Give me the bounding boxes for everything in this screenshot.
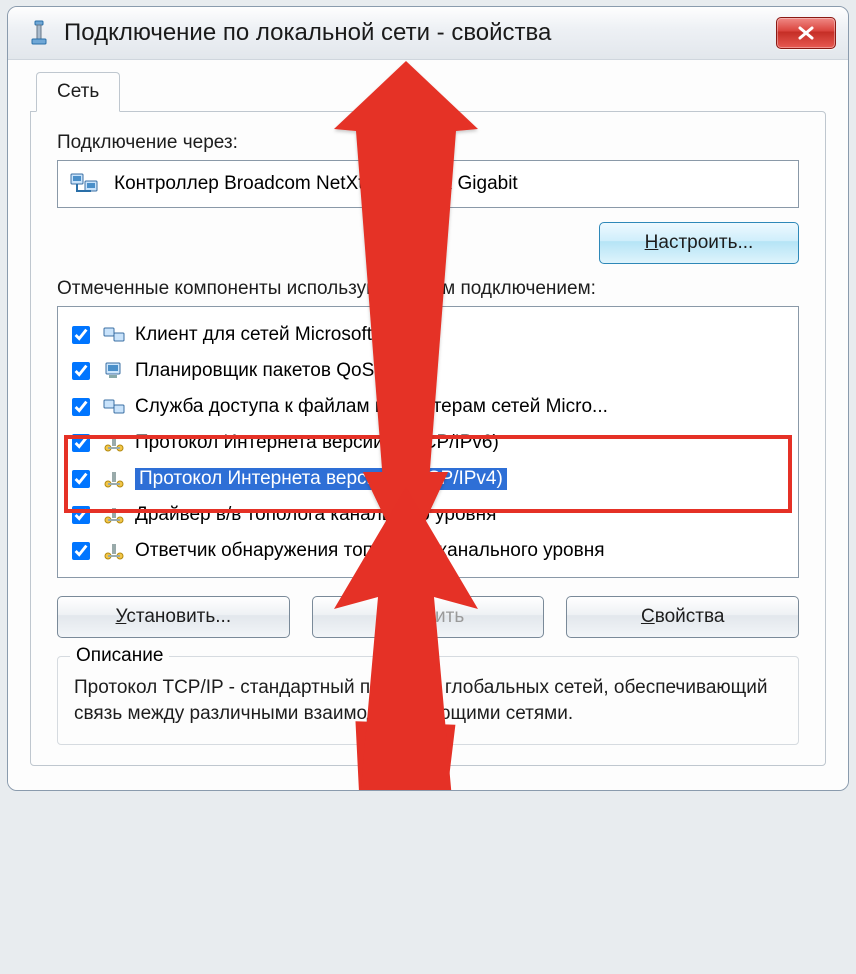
adapter-name: Контроллер Broadcom NetXtreme 57xx Gigab… bbox=[114, 173, 518, 195]
list-item[interactable]: Служба доступа к файлам и принтерам сете… bbox=[58, 389, 798, 425]
tab-body: Подключение через: Контроллер Broadcom N… bbox=[30, 111, 826, 766]
component-icon bbox=[101, 539, 127, 563]
client-area: Сеть Подключение через: Контроллер Broad… bbox=[8, 60, 848, 790]
component-checkbox[interactable] bbox=[72, 362, 90, 380]
description-text: Протокол TCP/IP - стандартный протокол г… bbox=[74, 675, 782, 726]
properties-button[interactable]: Свойства bbox=[566, 596, 799, 638]
install-button[interactable]: Установить... bbox=[57, 596, 290, 638]
list-item[interactable]: Ответчик обнаружения топологии канальног… bbox=[58, 533, 798, 569]
configure-button[interactable]: Настроить... bbox=[599, 222, 799, 264]
component-icon bbox=[101, 395, 127, 419]
component-label: Ответчик обнаружения топологии канальног… bbox=[135, 540, 788, 562]
component-icon bbox=[101, 359, 127, 383]
list-item[interactable]: Протокол Интернета версии 4 (TCP/IPv4) bbox=[58, 461, 798, 497]
close-button[interactable] bbox=[776, 17, 836, 49]
component-icon bbox=[101, 467, 127, 491]
properties-dialog: Подключение по локальной сети - свойства… bbox=[7, 6, 849, 791]
adapter-field[interactable]: Контроллер Broadcom NetXtreme 57xx Gigab… bbox=[57, 160, 799, 208]
titlebar[interactable]: Подключение по локальной сети - свойства bbox=[8, 7, 848, 60]
component-checkbox[interactable] bbox=[72, 434, 90, 452]
component-label: Клиент для сетей Microsoft bbox=[135, 324, 788, 346]
component-icon bbox=[101, 323, 127, 347]
component-label: Протокол Интернета версии 6 (TCP/IPv6) bbox=[135, 432, 788, 454]
component-checkbox[interactable] bbox=[72, 542, 90, 560]
component-label: Служба доступа к файлам и принтерам сете… bbox=[135, 396, 788, 418]
component-checkbox[interactable] bbox=[72, 470, 90, 488]
tab-network[interactable]: Сеть bbox=[36, 72, 120, 112]
list-item[interactable]: Драйвер в/в тополога канального уровня bbox=[58, 497, 798, 533]
component-checkbox[interactable] bbox=[72, 326, 90, 344]
component-label: Драйвер в/в тополога канального уровня bbox=[135, 504, 788, 526]
network-adapter-icon bbox=[70, 171, 100, 197]
component-icon bbox=[101, 503, 127, 527]
remove-button: Удалить bbox=[312, 596, 545, 638]
list-item[interactable]: Планировщик пакетов QoS bbox=[58, 353, 798, 389]
description-group: Описание Протокол TCP/IP - стандартный п… bbox=[57, 656, 799, 745]
component-label: Протокол Интернета версии 4 (TCP/IPv4) bbox=[135, 468, 788, 490]
components-label: Отмеченные компоненты используются этим … bbox=[57, 278, 799, 300]
tabstrip: Сеть bbox=[36, 72, 826, 112]
button-row: Установить... Удалить Свойства bbox=[57, 596, 799, 638]
component-label: Планировщик пакетов QoS bbox=[135, 360, 788, 382]
window-title: Подключение по локальной сети - свойства bbox=[64, 19, 776, 47]
component-icon bbox=[101, 431, 127, 455]
component-checkbox[interactable] bbox=[72, 506, 90, 524]
components-list[interactable]: Клиент для сетей Microsoft Планировщик па… bbox=[57, 306, 799, 578]
adapter-label: Подключение через: bbox=[57, 132, 799, 154]
description-title: Описание bbox=[70, 645, 169, 667]
list-item[interactable]: Клиент для сетей Microsoft bbox=[58, 317, 798, 353]
component-checkbox[interactable] bbox=[72, 398, 90, 416]
window-icon bbox=[28, 20, 50, 46]
list-item[interactable]: Протокол Интернета версии 6 (TCP/IPv6) bbox=[58, 425, 798, 461]
